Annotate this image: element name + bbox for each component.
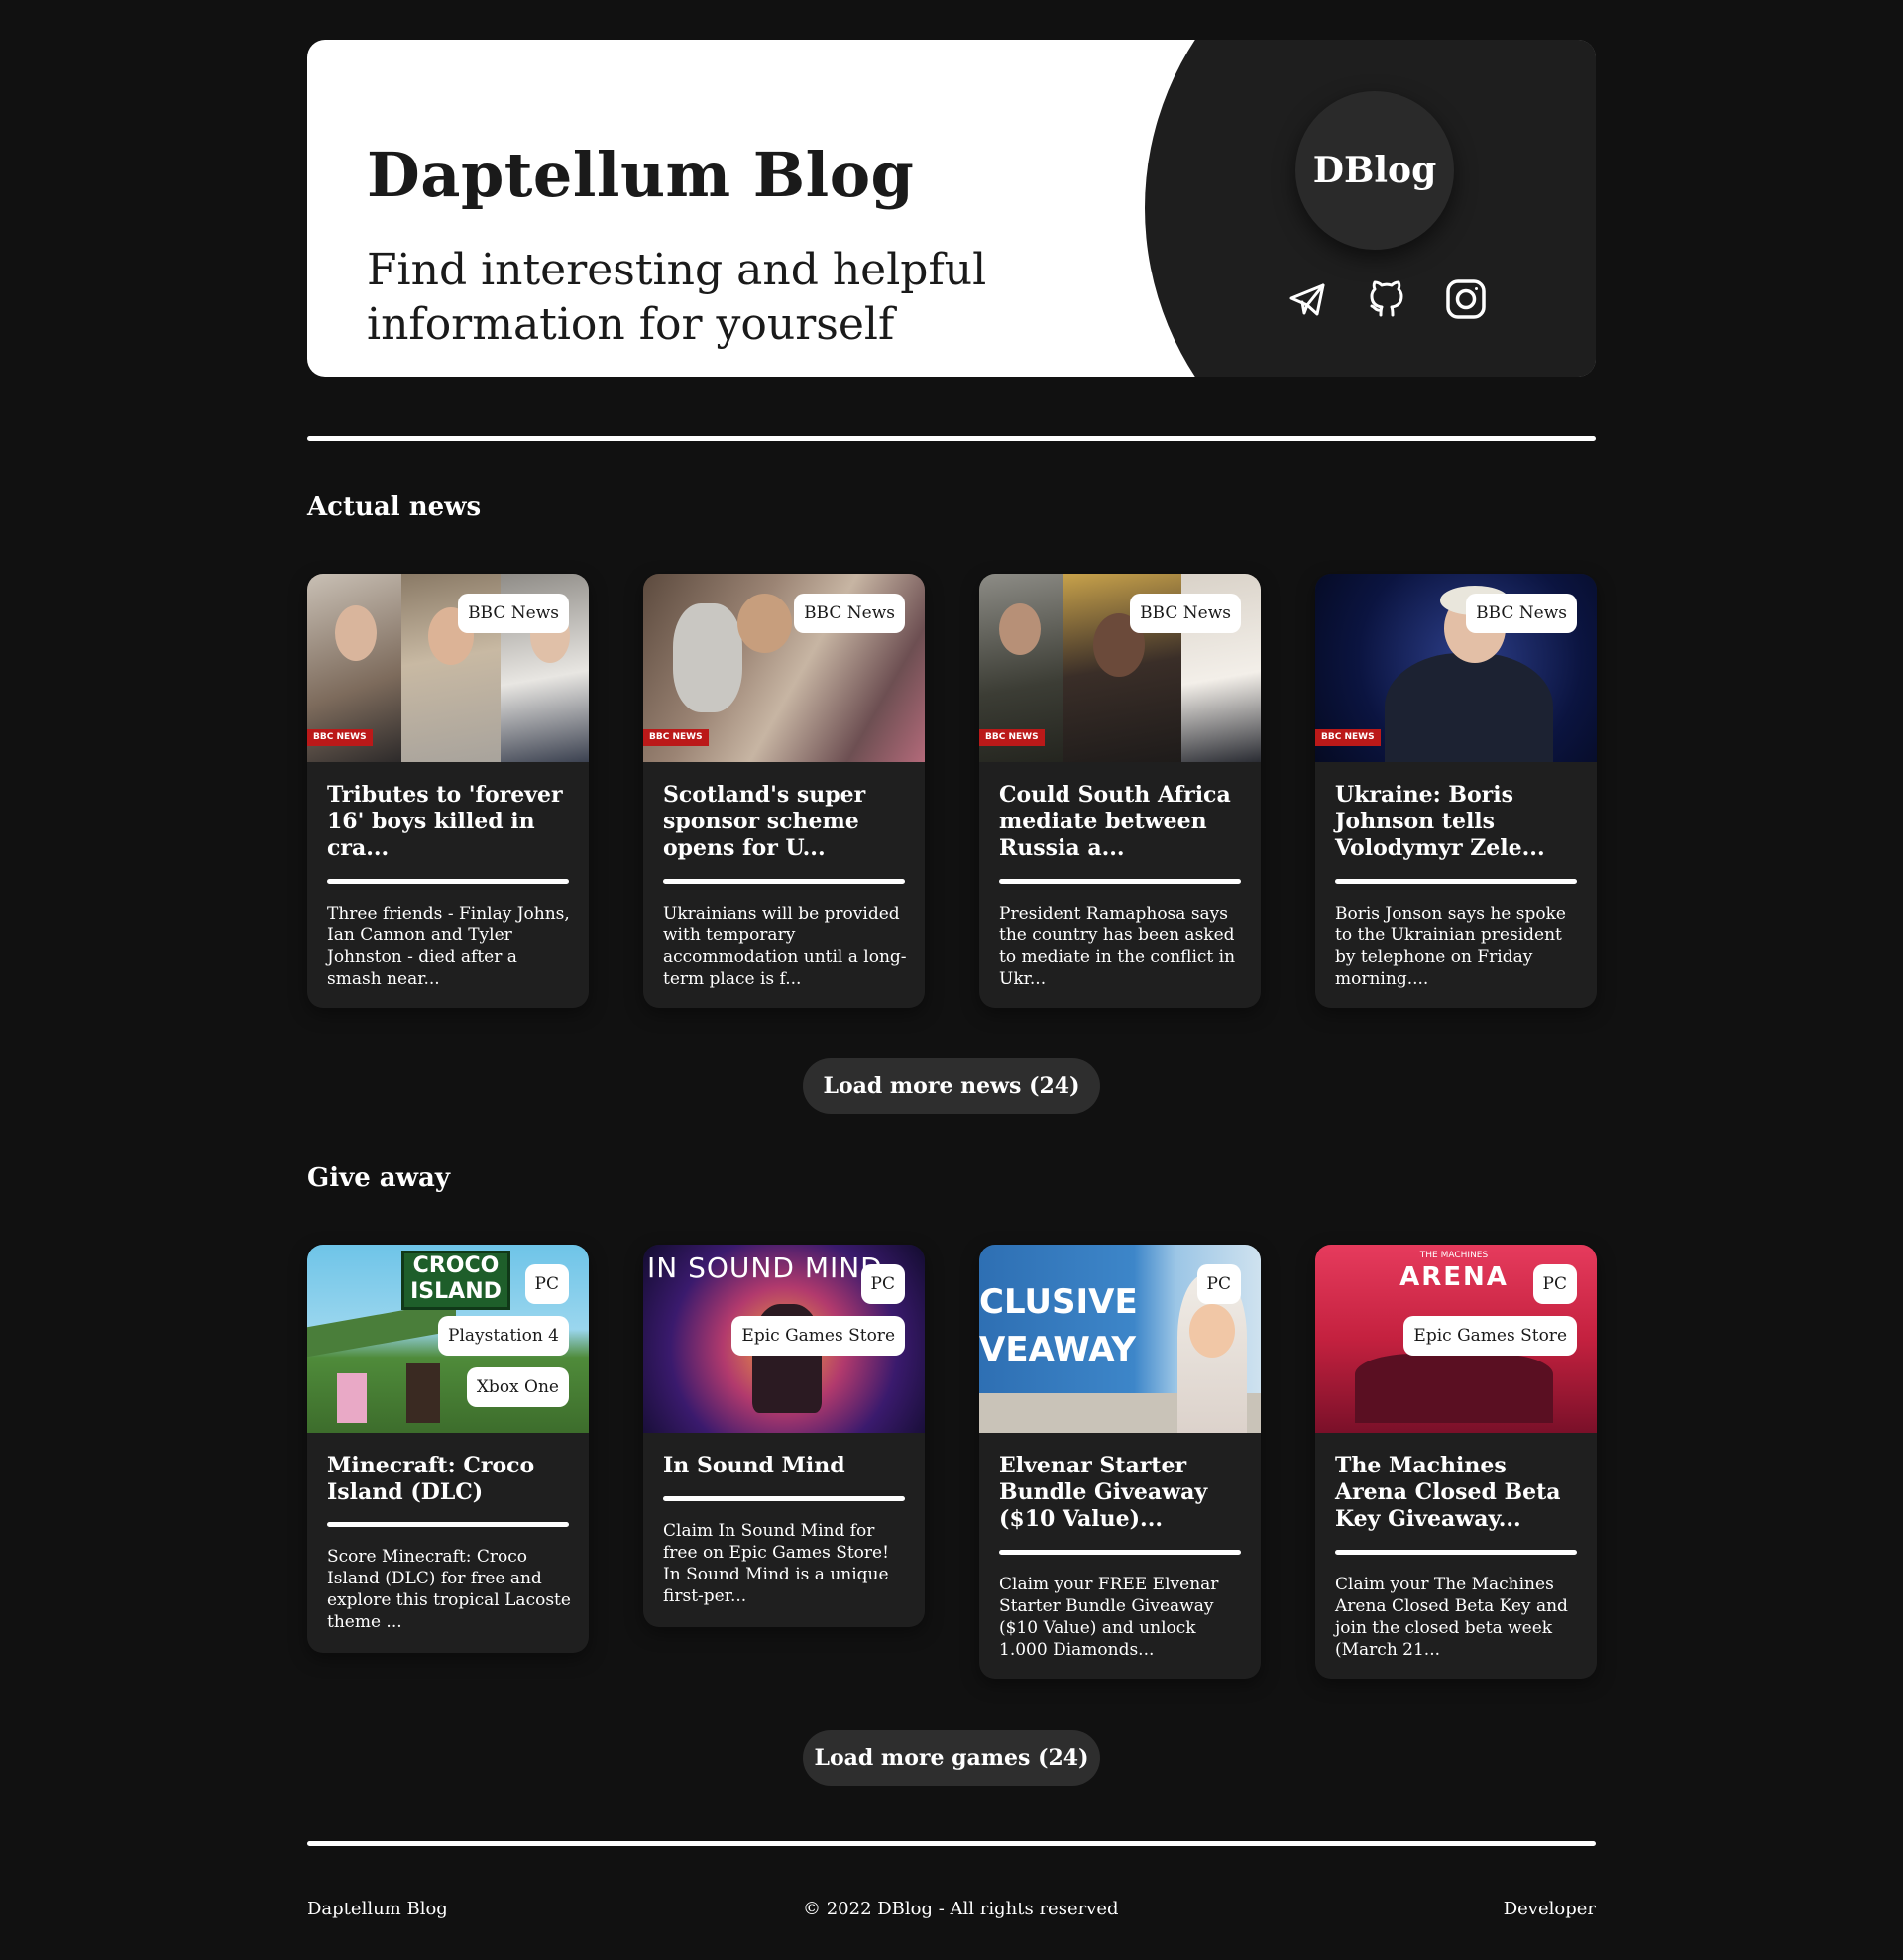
card-divider	[327, 1522, 569, 1527]
github-icon[interactable]	[1365, 277, 1408, 321]
bbc-news-logo: BBC NEWS	[643, 729, 709, 746]
source-tag: BBC News	[458, 594, 569, 633]
news-card-title[interactable]: Ukraine: Boris Johnson tells Volodymyr Z…	[1335, 782, 1583, 862]
news-section-title: Actual news	[307, 492, 482, 522]
telegram-icon[interactable]	[1286, 277, 1329, 321]
platform-tag: PC	[1196, 1264, 1241, 1304]
platform-tag: Playstation 4	[438, 1316, 569, 1356]
news-card-description: Ukrainians will be provided with tempora…	[663, 904, 907, 989]
card-divider	[1335, 879, 1577, 884]
news-card-title[interactable]: Could South Africa mediate between Russi…	[999, 782, 1247, 862]
game-card-title[interactable]: In Sound Mind	[663, 1453, 911, 1479]
footer-site-link[interactable]: Daptellum Blog	[307, 1899, 448, 1919]
bottom-divider	[307, 1841, 1596, 1846]
top-divider	[307, 436, 1596, 441]
news-card-description: Boris Jonson says he spoke to the Ukrain…	[1335, 904, 1566, 989]
news-card[interactable]: BBC News BBC NEWS Could South Africa med…	[979, 574, 1261, 1008]
load-more-games-button[interactable]: Load more games (24)	[803, 1730, 1100, 1786]
platform-tag: PC	[1532, 1264, 1577, 1304]
copyright-text: © 2022 DBlog - All rights reserved	[803, 1899, 1119, 1919]
news-card[interactable]: BBC News BBC NEWS Tributes to 'forever 1…	[307, 574, 589, 1008]
game-card[interactable]: THE MACHINES ARENA PC Epic Games Store T…	[1315, 1245, 1597, 1679]
platform-tag: Epic Games Store	[1403, 1316, 1577, 1356]
news-image: BBC News BBC NEWS	[307, 574, 589, 762]
game-card[interactable]: IN SOUND MIND PC Epic Games Store In Sou…	[643, 1245, 925, 1627]
game-image: IN SOUND MIND PC Epic Games Store	[643, 1245, 925, 1433]
instagram-icon[interactable]	[1444, 277, 1488, 321]
game-logo-text: ARENA	[1399, 1262, 1509, 1292]
news-card[interactable]: BBC News BBC NEWS Ukraine: Boris Johnson…	[1315, 574, 1597, 1008]
game-logo-text: CROCO ISLAND	[401, 1251, 510, 1310]
game-card-title[interactable]: Minecraft: Croco Island (DLC)	[327, 1453, 575, 1506]
game-image: CROCO ISLAND PC Playstation 4 Xbox One	[307, 1245, 589, 1433]
platform-tag: Xbox One	[466, 1367, 569, 1407]
source-tag: BBC News	[1466, 594, 1577, 633]
load-more-news-button[interactable]: Load more news (24)	[803, 1058, 1100, 1114]
platform-tag: PC	[524, 1264, 569, 1304]
card-divider	[663, 1496, 905, 1501]
site-subtitle: Find interesting and helpful information…	[367, 245, 987, 350]
game-card-description: Claim In Sound Mind for free on Epic Gam…	[663, 1521, 889, 1606]
giveaway-section-title: Give away	[307, 1163, 450, 1193]
game-card[interactable]: CLUSIVE VEAWAY PC Elvenar Starter Bundle…	[979, 1245, 1261, 1679]
site-title: Daptellum Blog	[367, 139, 915, 211]
game-logo-text: CLUSIVE VEAWAY	[979, 1282, 1138, 1369]
news-card-description: Three friends - Finlay Johns, Ian Cannon…	[327, 904, 570, 989]
game-image: CLUSIVE VEAWAY PC	[979, 1245, 1261, 1433]
game-card-description: Claim your FREE Elvenar Starter Bundle G…	[999, 1575, 1219, 1660]
news-image: BBC News BBC NEWS	[979, 574, 1261, 762]
game-card-title[interactable]: Elvenar Starter Bundle Giveaway ($10 Val…	[999, 1453, 1247, 1533]
card-divider	[999, 879, 1241, 884]
developer-link[interactable]: Developer	[1398, 1899, 1596, 1919]
hero-banner: Daptellum Blog Find interesting and help…	[307, 40, 1596, 377]
site-logo[interactable]: DBlog	[1295, 91, 1454, 250]
news-image: BBC News BBC NEWS	[1315, 574, 1597, 762]
bbc-news-logo: BBC NEWS	[979, 729, 1045, 746]
news-card-description: President Ramaphosa says the country has…	[999, 904, 1236, 989]
news-card-title[interactable]: Tributes to 'forever 16' boys killed in …	[327, 782, 575, 862]
platform-tag: PC	[860, 1264, 905, 1304]
news-card-title[interactable]: Scotland's super sponsor scheme opens fo…	[663, 782, 911, 862]
card-divider	[1335, 1550, 1577, 1555]
bbc-news-logo: BBC NEWS	[1315, 729, 1381, 746]
bbc-news-logo: BBC NEWS	[307, 729, 373, 746]
game-card[interactable]: CROCO ISLAND PC Playstation 4 Xbox One M…	[307, 1245, 589, 1653]
news-image: BBC News BBC NEWS	[643, 574, 925, 762]
card-divider	[663, 879, 905, 884]
game-card-description: Score Minecraft: Croco Island (DLC) for …	[327, 1547, 571, 1632]
news-card[interactable]: BBC News BBC NEWS Scotland's super spons…	[643, 574, 925, 1008]
game-image: THE MACHINES ARENA PC Epic Games Store	[1315, 1245, 1597, 1433]
source-tag: BBC News	[794, 594, 905, 633]
game-card-title[interactable]: The Machines Arena Closed Beta Key Givea…	[1335, 1453, 1583, 1533]
source-tag: BBC News	[1130, 594, 1241, 633]
card-divider	[999, 1550, 1241, 1555]
card-divider	[327, 879, 569, 884]
game-card-description: Claim your The Machines Arena Closed Bet…	[1335, 1575, 1568, 1660]
platform-tag: Epic Games Store	[731, 1316, 905, 1356]
social-links	[1274, 277, 1492, 327]
